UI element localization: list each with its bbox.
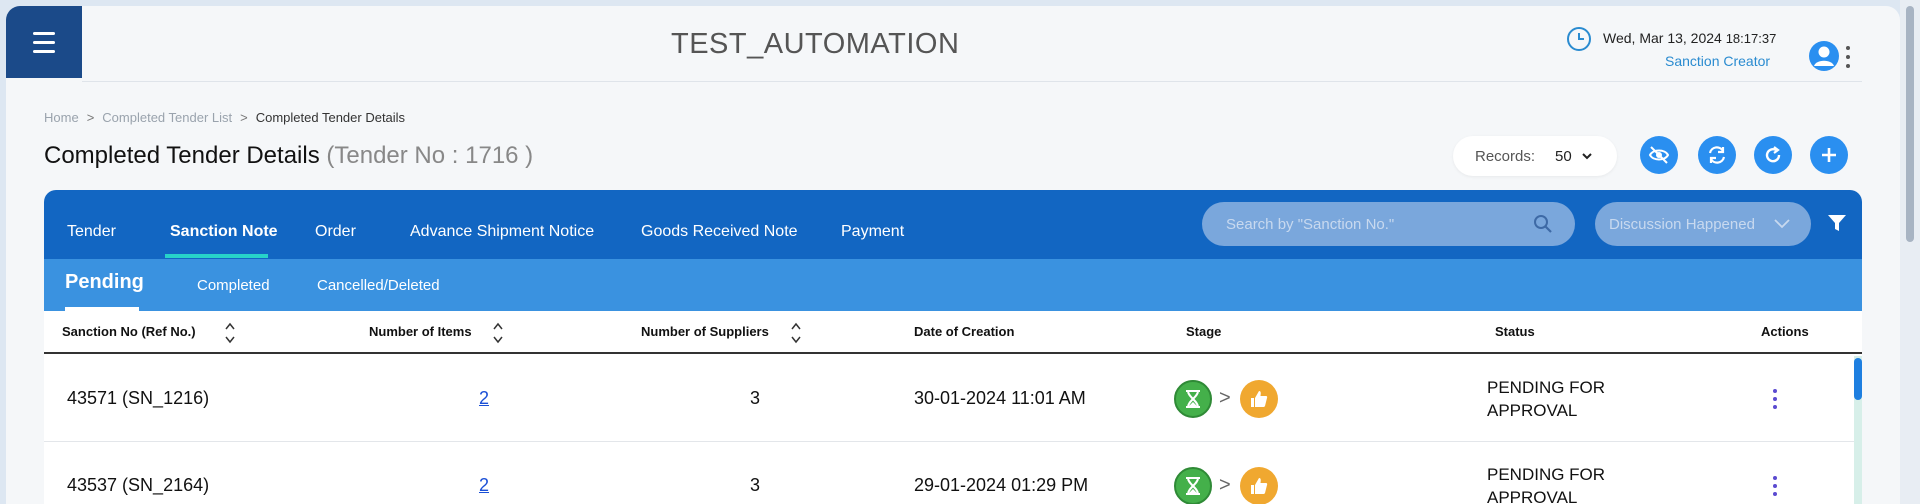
header-stage: Stage	[1186, 324, 1222, 339]
page-title: Completed Tender Details (Tender No : 17…	[44, 142, 533, 170]
hamburger-menu-button[interactable]	[6, 6, 82, 78]
records-label: Records:	[1475, 147, 1536, 165]
header-divider	[82, 81, 1862, 82]
sort-icon[interactable]	[790, 320, 802, 346]
breadcrumb-separator: >	[86, 110, 95, 125]
items-count-link[interactable]: 2	[479, 388, 489, 409]
sync-icon	[1708, 146, 1726, 164]
search-box[interactable]	[1202, 202, 1575, 246]
header-number-of-suppliers: Number of Suppliers	[641, 324, 769, 339]
sort-icon[interactable]	[224, 320, 236, 346]
clock-icon	[1567, 27, 1591, 51]
items-count-link[interactable]: 2	[479, 475, 489, 496]
breadcrumb-home[interactable]: Home	[44, 110, 79, 125]
header-status: Status	[1495, 324, 1535, 339]
stage-separator: >	[1219, 387, 1231, 409]
tab-tender[interactable]: Tender	[67, 223, 116, 241]
current-time: 18:17:37	[1725, 31, 1777, 46]
tab-advance-shipment-notice[interactable]: Advance Shipment Notice	[410, 223, 594, 241]
sanction-no-cell: 43537 (SN_2164)	[67, 475, 210, 495]
row-actions-icon[interactable]	[1772, 476, 1778, 496]
user-role: Sanction Creator	[1665, 53, 1771, 69]
window-scrollbar-thumb[interactable]	[1906, 6, 1914, 242]
table-scrollbar-thumb[interactable]	[1854, 358, 1862, 400]
eye-off-icon	[1648, 146, 1670, 164]
add-button[interactable]	[1810, 136, 1848, 174]
subtab-completed[interactable]: Completed	[197, 277, 270, 294]
status-cell: PENDING FOR APPROVAL	[1487, 378, 1606, 420]
records-per-page-select[interactable]: Records: 50	[1453, 136, 1617, 176]
breadcrumb-current: Completed Tender Details	[255, 110, 406, 125]
subtab-cancelled-deleted[interactable]: Cancelled/Deleted	[317, 277, 440, 294]
row-actions-icon[interactable]	[1772, 389, 1778, 409]
chevron-down-icon	[1582, 153, 1592, 160]
suppliers-count-cell: 3	[750, 475, 761, 495]
table-header: Sanction No (Ref No.) Number of Items Nu…	[44, 311, 1862, 354]
stage-approval-icon[interactable]	[1240, 467, 1278, 504]
sanction-panel: Tender Sanction Note Order Advance Shipm…	[44, 190, 1862, 504]
table-row: 43571 (SN_1216) 2 3 30-01-2024 11:01 AM …	[44, 356, 1854, 442]
search-input[interactable]	[1226, 215, 1526, 233]
thumbs-up-icon	[1251, 391, 1268, 407]
table-row: 43537 (SN_2164) 2 3 29-01-2024 01:29 PM …	[44, 443, 1854, 504]
user-avatar-icon[interactable]	[1808, 40, 1840, 72]
chevron-down-icon	[1774, 219, 1790, 229]
breadcrumb: Home > Completed Tender List > Completed Ten…	[44, 110, 405, 125]
discussion-filter-value: Discussion Happened	[1609, 215, 1755, 233]
sync-button[interactable]	[1698, 136, 1736, 174]
window-scrollbar[interactable]	[1900, 0, 1920, 504]
app-window: TEST_AUTOMATION Wed, Mar 13, 2024 18:17:…	[6, 6, 1900, 504]
plus-icon	[1822, 148, 1836, 162]
stage-approval-icon[interactable]	[1240, 380, 1278, 418]
tab-order[interactable]: Order	[315, 223, 356, 241]
sort-icon[interactable]	[492, 320, 504, 346]
suppliers-count-cell: 3	[750, 388, 761, 408]
header-date-of-creation: Date of Creation	[914, 324, 1015, 339]
hamburger-icon	[33, 29, 55, 56]
app-title: TEST_AUTOMATION	[671, 28, 960, 60]
date-cell: 29-01-2024 01:29 PM	[914, 475, 1089, 495]
current-datetime: Wed, Mar 13, 2024 18:17:37	[1603, 30, 1776, 46]
thumbs-up-icon	[1251, 478, 1268, 494]
main-tabs: Tender Sanction Note Order Advance Shipm…	[44, 190, 1862, 259]
discussion-filter-select[interactable]: Discussion Happened	[1595, 202, 1811, 246]
subtab-pending[interactable]: Pending	[65, 271, 144, 294]
header-sanction-no: Sanction No (Ref No.)	[62, 324, 196, 339]
hide-columns-button[interactable]	[1640, 136, 1678, 174]
header-actions: Actions	[1761, 324, 1809, 339]
status-cell: PENDING FOR APPROVAL	[1487, 465, 1606, 504]
header-more-icon[interactable]	[1846, 46, 1854, 68]
breadcrumb-separator: >	[240, 110, 248, 125]
current-date: Wed, Mar 13, 2024	[1603, 30, 1722, 46]
active-tab-indicator	[165, 254, 268, 258]
refresh-button[interactable]	[1754, 136, 1792, 174]
header-number-of-items: Number of Items	[369, 324, 472, 339]
breadcrumb-completed-tender-list[interactable]: Completed Tender List	[102, 110, 232, 125]
status-subtabs: Pending Completed Cancelled/Deleted	[44, 259, 1862, 311]
hourglass-icon	[1186, 390, 1200, 408]
sanction-no-cell: 43571 (SN_1216)	[67, 388, 210, 408]
page-title-text: Completed Tender Details	[44, 142, 320, 169]
records-value: 50	[1555, 147, 1572, 165]
tab-goods-received-note[interactable]: Goods Received Note	[641, 223, 798, 241]
filter-icon[interactable]	[1826, 212, 1848, 234]
stage-pending-icon[interactable]	[1174, 380, 1212, 418]
date-cell: 30-01-2024 11:01 AM	[914, 388, 1086, 408]
search-icon[interactable]	[1533, 214, 1553, 234]
stage-pending-icon[interactable]	[1174, 467, 1212, 504]
tab-payment[interactable]: Payment	[841, 223, 904, 241]
hourglass-icon	[1186, 477, 1200, 495]
table-scrollbar[interactable]	[1854, 356, 1862, 504]
refresh-icon	[1765, 146, 1781, 163]
stage-separator: >	[1219, 474, 1231, 496]
tab-sanction-note[interactable]: Sanction Note	[170, 223, 278, 241]
tender-number: (Tender No : 1716 )	[326, 142, 534, 169]
